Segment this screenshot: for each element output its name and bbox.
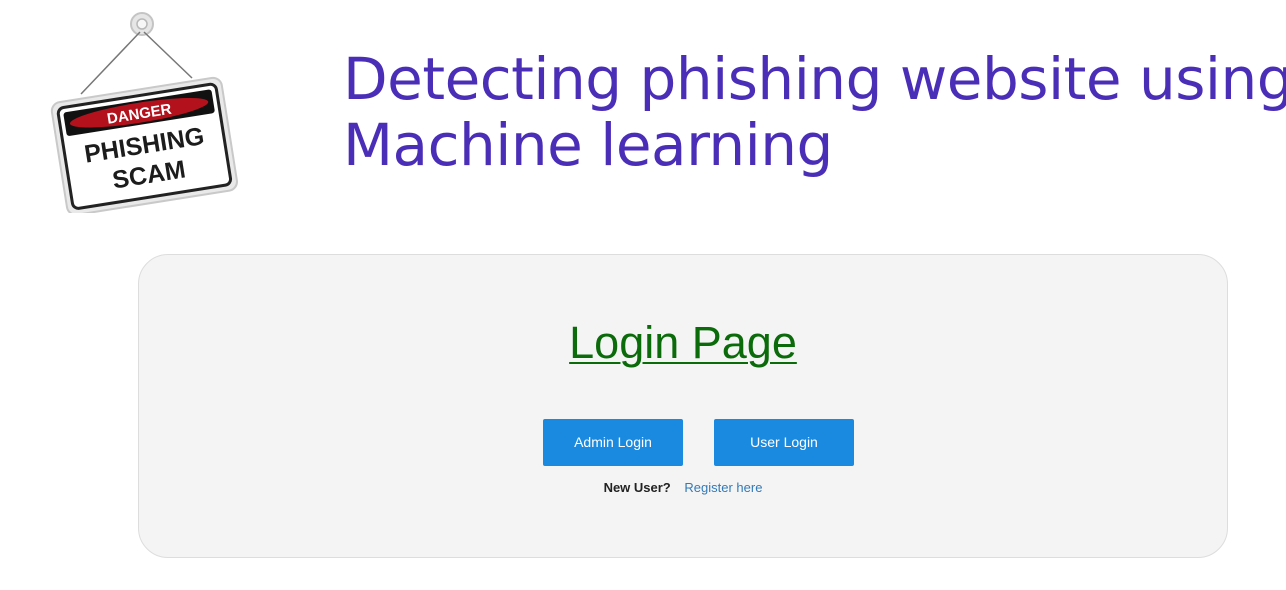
page-title-line1: Detecting phishing website using xyxy=(343,45,1286,113)
register-link[interactable]: Register here xyxy=(684,480,762,495)
new-user-label: New User? xyxy=(603,480,671,495)
phishing-scam-sign-logo: DANGER PHISHING SCAM xyxy=(40,8,240,213)
page-title: Detecting phishing website using Machine… xyxy=(343,45,1286,179)
page: DANGER PHISHING SCAM Detecting phishing … xyxy=(0,0,1286,590)
login-panel: Login Page Admin Login User Login New Us… xyxy=(138,254,1228,558)
user-login-button[interactable]: User Login xyxy=(714,419,854,466)
admin-login-button[interactable]: Admin Login xyxy=(543,419,683,466)
login-page-heading: Login Page xyxy=(569,317,797,368)
danger-sign-icon: DANGER PHISHING SCAM xyxy=(50,12,238,213)
register-row: New User? Register here xyxy=(139,479,1227,497)
page-title-line2: Machine learning xyxy=(343,111,833,179)
